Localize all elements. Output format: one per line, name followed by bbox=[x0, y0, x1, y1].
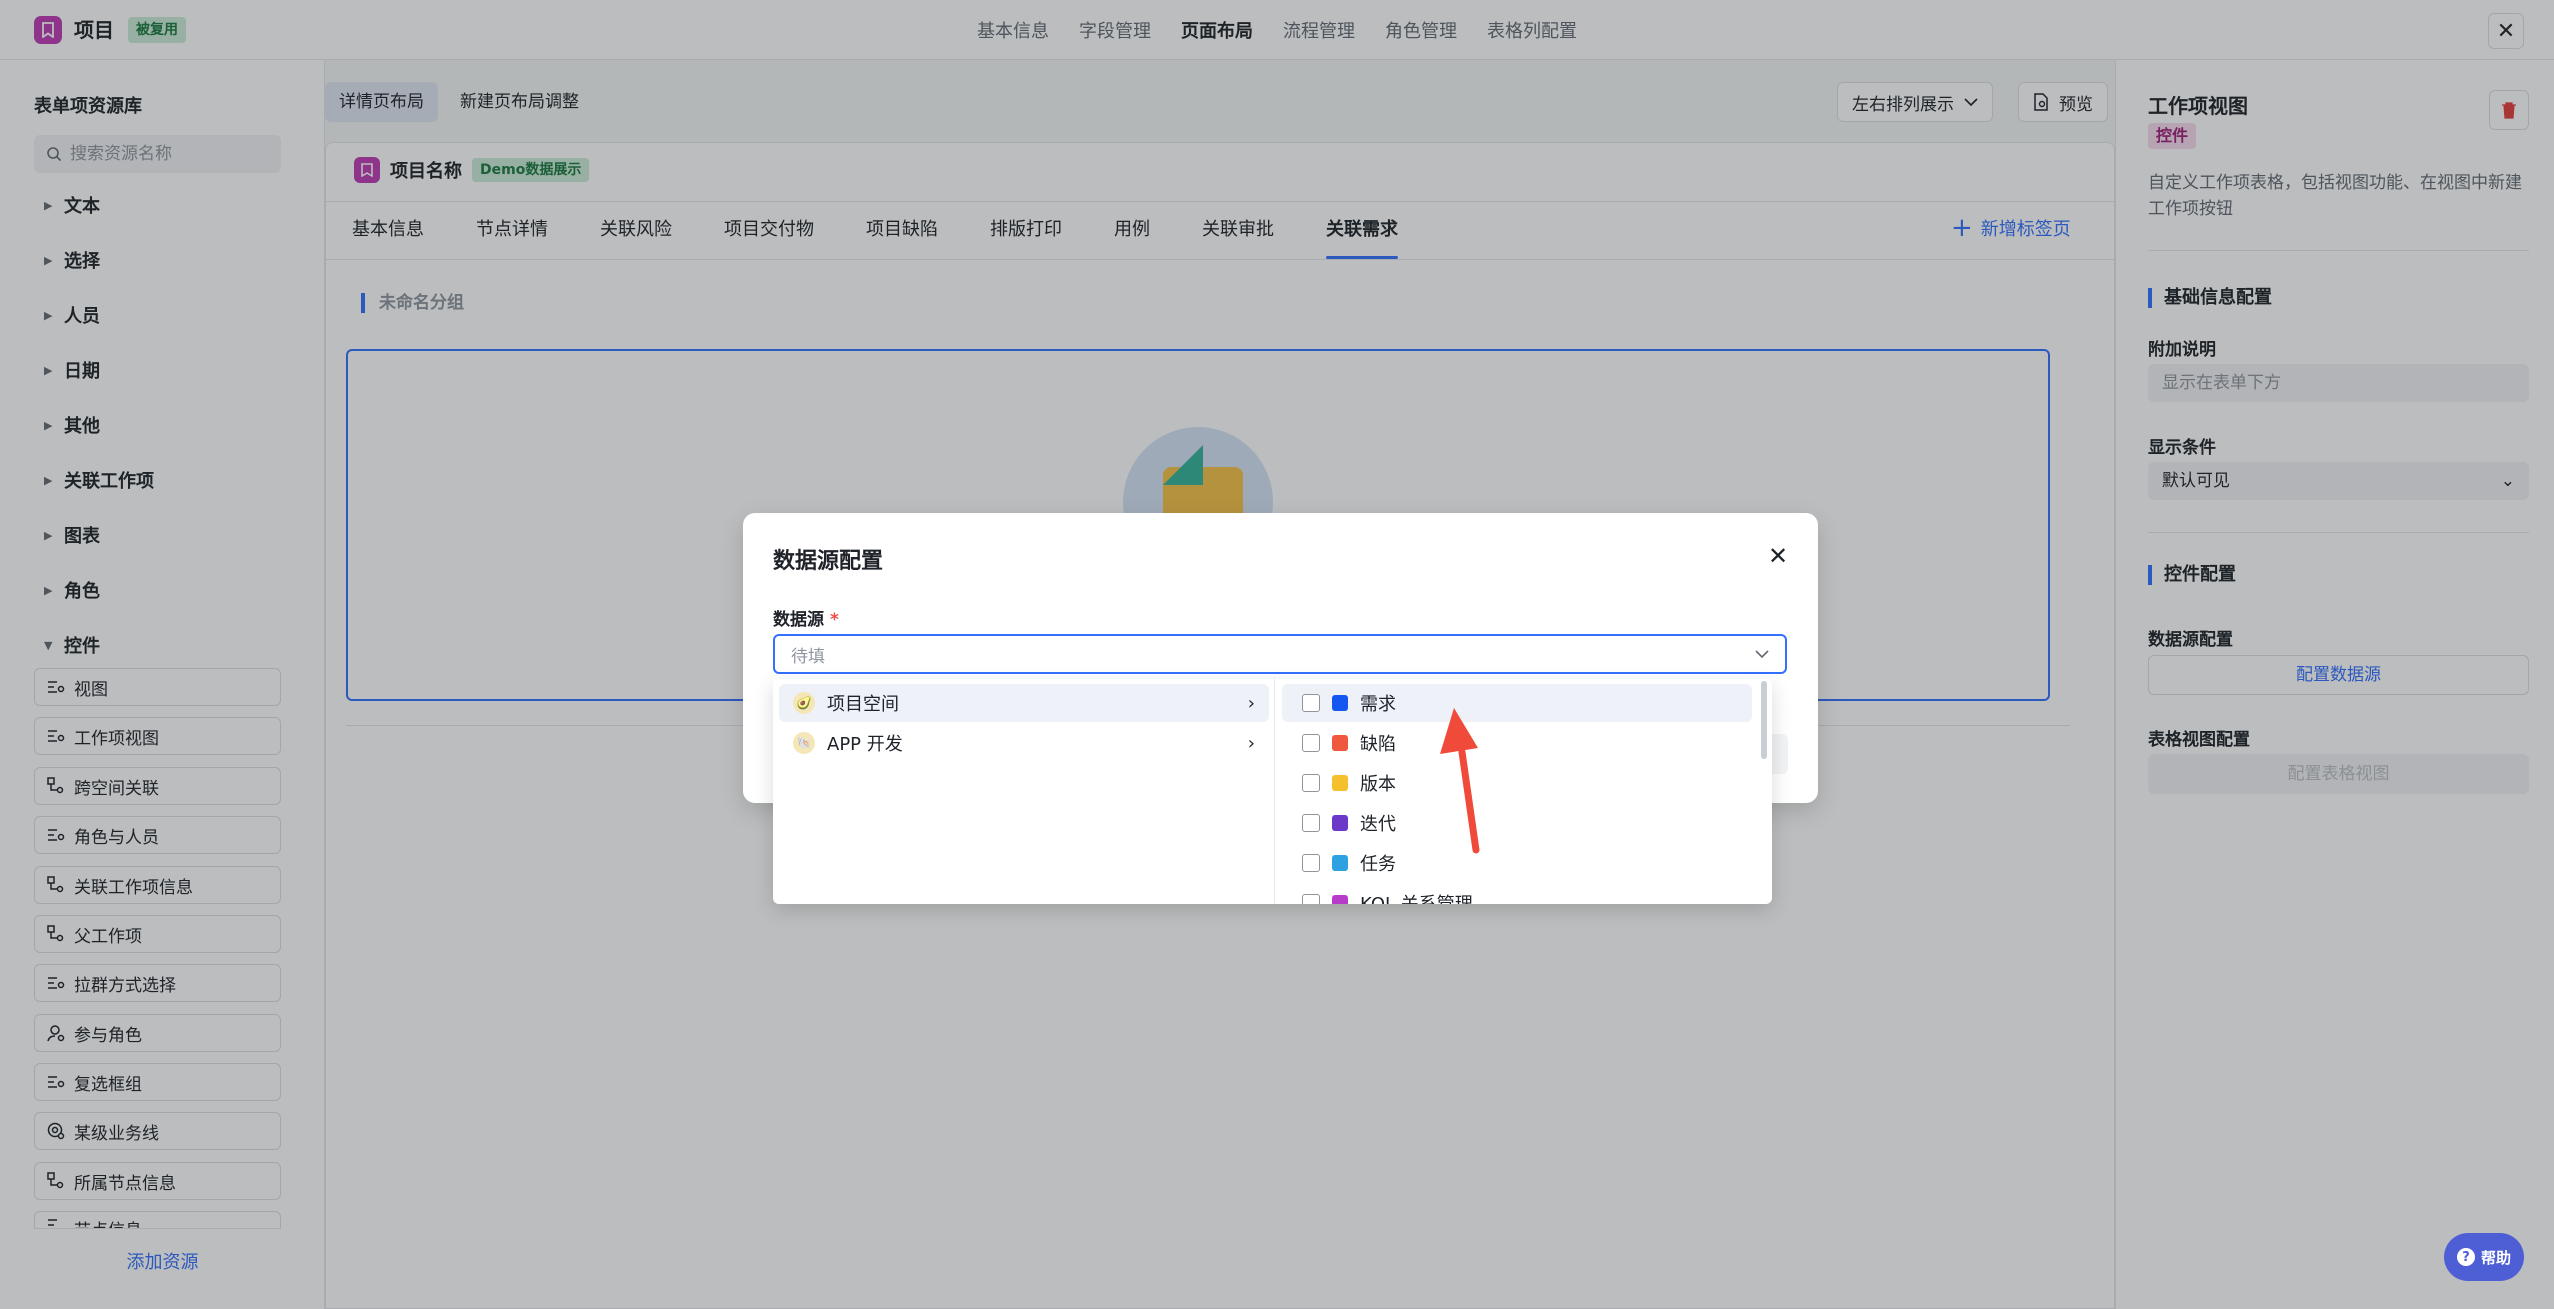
required-mark: * bbox=[830, 610, 839, 630]
space-label: 项目空间 bbox=[827, 694, 899, 715]
type-option-kol[interactable]: KOL 关系管理 bbox=[1282, 884, 1752, 904]
space-option-app-dev[interactable]: 🐚 APP 开发 › bbox=[779, 724, 1269, 762]
checkbox[interactable] bbox=[1302, 774, 1320, 792]
annotation-arrow-icon bbox=[1440, 708, 1480, 854]
close-icon: ✕ bbox=[1767, 542, 1789, 570]
type-color-icon bbox=[1332, 815, 1348, 831]
space-option-project[interactable]: 🥑 项目空间 › bbox=[779, 684, 1269, 722]
question-icon: ? bbox=[2456, 1248, 2475, 1266]
checkbox[interactable] bbox=[1302, 734, 1320, 752]
type-color-icon bbox=[1332, 695, 1348, 711]
space-column: 🥑 项目空间 › 🐚 APP 开发 › bbox=[773, 679, 1275, 904]
chevron-right-icon: › bbox=[1247, 732, 1255, 754]
type-option-task[interactable]: 任务 bbox=[1282, 844, 1752, 882]
type-color-icon bbox=[1332, 735, 1348, 751]
chevron-down-icon bbox=[1755, 650, 1769, 659]
chevron-right-icon: › bbox=[1247, 692, 1255, 714]
type-color-icon bbox=[1332, 775, 1348, 791]
type-label: 缺陷 bbox=[1360, 734, 1396, 755]
type-option-defect[interactable]: 缺陷 bbox=[1282, 724, 1752, 762]
space-avatar-icon: 🐚 bbox=[793, 732, 815, 754]
type-color-icon bbox=[1332, 895, 1348, 904]
dialog-close-button[interactable]: ✕ bbox=[1763, 541, 1793, 571]
dropdown-scrollbar[interactable] bbox=[1761, 681, 1767, 759]
type-color-icon bbox=[1332, 855, 1348, 871]
checkbox[interactable] bbox=[1302, 694, 1320, 712]
type-label: KOL 关系管理 bbox=[1360, 890, 1473, 904]
type-option-version[interactable]: 版本 bbox=[1282, 764, 1752, 802]
datasource-placeholder: 待填 bbox=[791, 646, 825, 667]
space-label: APP 开发 bbox=[827, 734, 903, 755]
datasource-cascader: 🥑 项目空间 › 🐚 APP 开发 › 需求 缺陷 版本 迭代 任务 bbox=[773, 679, 1772, 904]
type-option-requirement[interactable]: 需求 bbox=[1282, 684, 1752, 722]
type-label: 迭代 bbox=[1360, 814, 1396, 835]
datasource-select[interactable]: 待填 bbox=[773, 634, 1787, 674]
datasource-label: 数据源 * bbox=[773, 605, 839, 630]
type-option-iteration[interactable]: 迭代 bbox=[1282, 804, 1752, 842]
type-label: 任务 bbox=[1360, 854, 1396, 875]
type-label: 需求 bbox=[1360, 694, 1396, 715]
datasource-label-text: 数据源 bbox=[773, 610, 824, 630]
space-avatar-icon: 🥑 bbox=[793, 692, 815, 714]
checkbox[interactable] bbox=[1302, 814, 1320, 832]
checkbox[interactable] bbox=[1302, 854, 1320, 872]
checkbox[interactable] bbox=[1302, 894, 1320, 904]
dialog-title: 数据源配置 bbox=[773, 549, 884, 574]
help-label: 帮助 bbox=[2480, 1248, 2511, 1267]
type-label: 版本 bbox=[1360, 774, 1396, 795]
workitem-type-column: 需求 缺陷 版本 迭代 任务 KOL 关系管理 bbox=[1276, 679, 1772, 904]
help-button[interactable]: ? 帮助 bbox=[2444, 1233, 2524, 1281]
